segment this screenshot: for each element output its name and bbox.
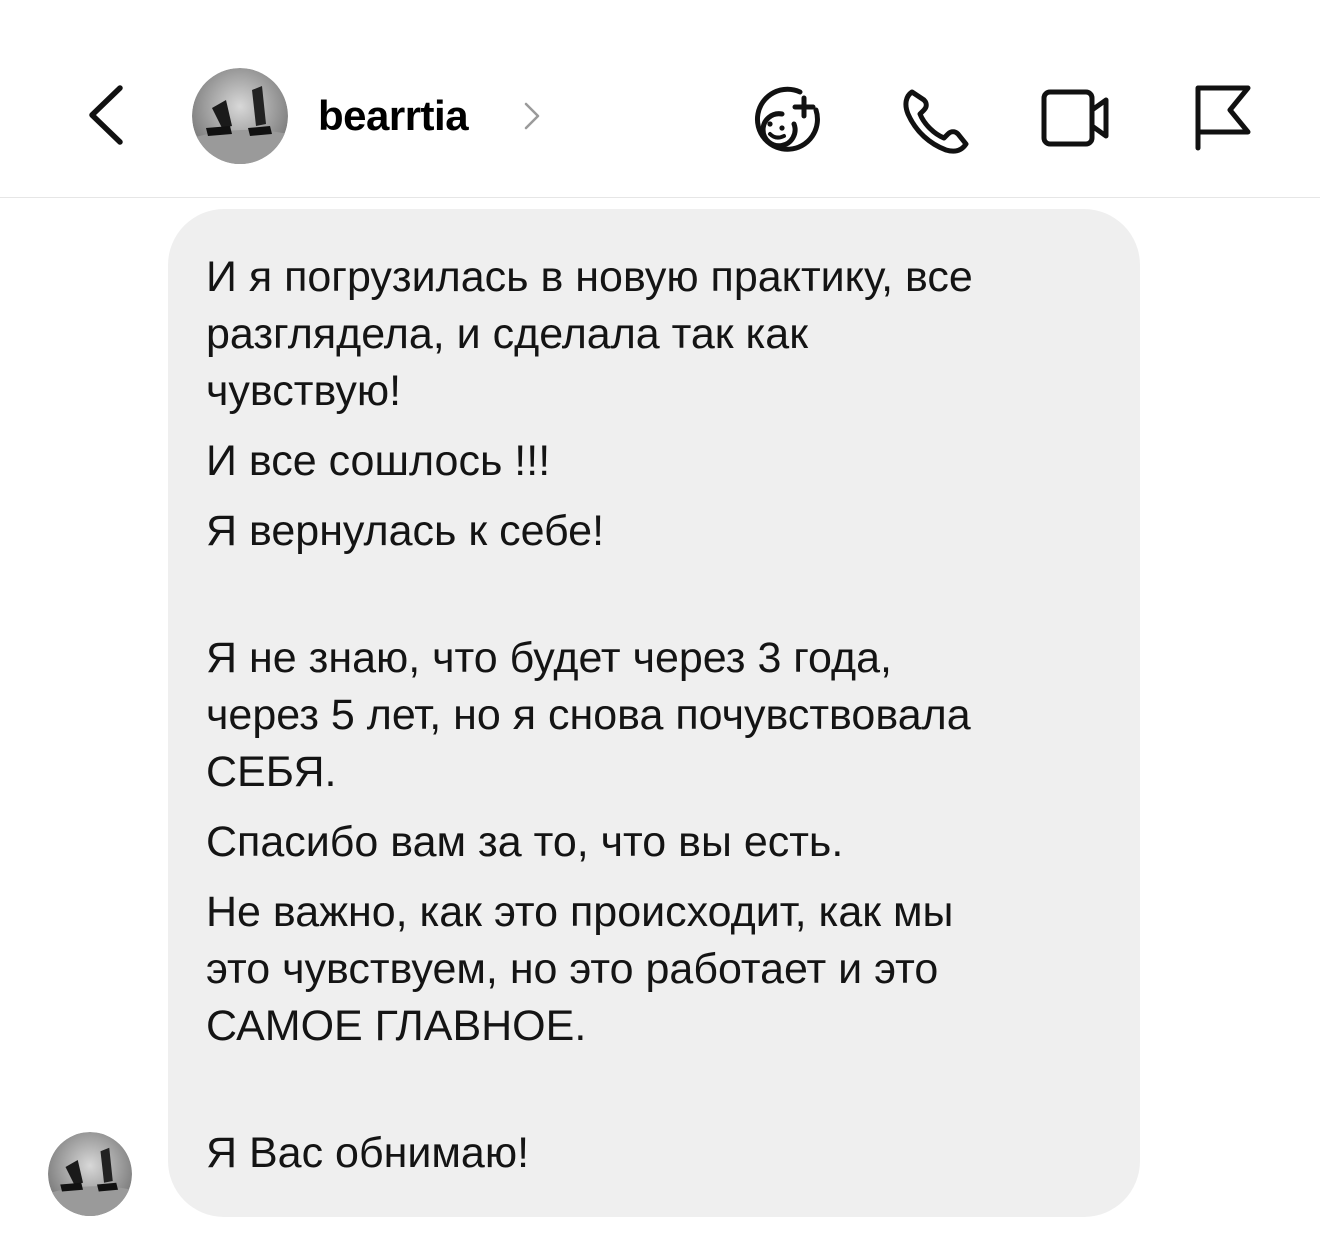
message-line: САМОЕ ГЛАВНОЕ.	[206, 1002, 587, 1050]
avatar[interactable]	[192, 68, 288, 164]
message-line: разглядела, и сделала так как	[206, 310, 809, 358]
video-call-button[interactable]	[1036, 80, 1116, 160]
audio-call-button[interactable]	[896, 80, 976, 160]
message-line: Я вернулась к себе!	[206, 507, 605, 555]
chat-header: bearrtia	[0, 0, 1320, 198]
message-line: Я Вас обнимаю!	[206, 1129, 530, 1177]
message-line: Я не знаю, что будет через 3 года,	[206, 634, 892, 682]
chevron-right-icon	[524, 102, 540, 130]
message-line: Не важно, как это происходит, как мы	[206, 888, 954, 936]
back-chevron-icon	[89, 85, 123, 145]
back-button[interactable]	[80, 80, 130, 150]
phone-icon	[903, 89, 969, 154]
chat-username[interactable]: bearrtia	[318, 92, 469, 140]
message-line: это чувствуем, но это работает и это	[206, 945, 939, 993]
flag-icon	[1195, 85, 1251, 151]
sender-avatar[interactable]	[48, 1132, 132, 1216]
message-line: Спасибо вам за то, что вы есть.	[206, 818, 844, 866]
message-line: И я погрузилась в новую практику, все	[206, 253, 973, 301]
message-line: через 5 лет, но я снова почувствовала	[206, 691, 971, 739]
message-thread: И я погрузилась в новую практику, все ра…	[0, 198, 1320, 1247]
effects-button[interactable]	[748, 80, 828, 160]
message-line: И все сошлось !!!	[206, 437, 551, 485]
report-button[interactable]	[1186, 80, 1266, 160]
message-line: чувствую!	[206, 367, 402, 415]
message-line: СЕБЯ.	[206, 748, 337, 796]
video-camera-icon	[1041, 89, 1109, 147]
effects-sticker-icon	[754, 86, 820, 152]
message-bubble[interactable]: И я погрузилась в новую практику, все ра…	[168, 209, 1140, 1217]
